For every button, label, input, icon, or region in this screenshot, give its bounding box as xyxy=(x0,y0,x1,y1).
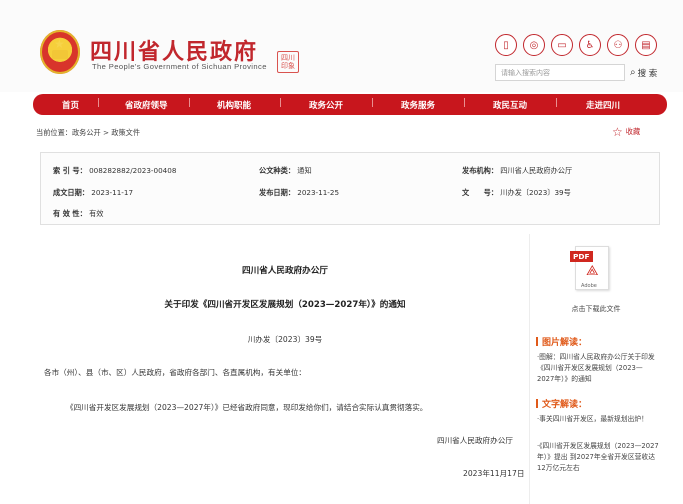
pdf-download-icon[interactable]: PDF ⟁ Adobe xyxy=(570,246,609,290)
article-salutation: 各市（州）、县（市、区）人民政府，省政府各部门、各直属机构，有关单位： xyxy=(44,368,306,377)
document-metadata: 索 引 号： 008282882/2023-00408 公文种类： 通知 发布机… xyxy=(40,152,660,225)
reader-icon[interactable]: ▤ xyxy=(635,34,657,56)
meta-docno: 文 号： 川办发〔2023〕39号 xyxy=(462,188,571,197)
message-icon[interactable]: ▭ xyxy=(551,34,573,56)
image-interpretation-link[interactable]: ·图解：四川省人民政府办公厅关于印发《四川省开发区发展规划（2023—2027年… xyxy=(537,352,659,385)
header-tool-icons: ▯ ◎ ▭ ♿ ⚇ ▤ xyxy=(495,34,657,56)
meta-created: 成文日期： 2023-11-17 xyxy=(53,188,134,197)
article-issuer: 四川省人民政府办公厅 xyxy=(242,266,328,276)
meta-validity: 有 效 性： 有效 xyxy=(53,209,104,218)
page: ★ 四川省人民政府 The People's Government of Sic… xyxy=(0,0,683,504)
main-nav: 首页 | 省政府领导 | 机构职能 | 政务公开 | 政务服务 | 政民互动 |… xyxy=(33,94,667,115)
meta-index: 索 引 号： 008282882/2023-00408 xyxy=(53,166,177,175)
nav-separator: | xyxy=(463,98,467,108)
accessibility-icon[interactable]: ♿ xyxy=(579,34,601,56)
nav-interaction[interactable]: 政民互动 xyxy=(493,99,527,111)
acrobat-icon: ⟁ xyxy=(586,263,599,279)
image-interpretation-heading: 图片解读： xyxy=(536,335,587,348)
nav-functions[interactable]: 机构职能 xyxy=(217,99,251,111)
elderly-icon[interactable]: ⚇ xyxy=(607,34,629,56)
site-header: ★ 四川省人民政府 The People's Government of Sic… xyxy=(0,0,683,92)
article-doc-number: 川办发〔2023〕39号 xyxy=(247,335,323,344)
breadcrumb[interactable]: 当前位置：政务公开 > 政策文件 xyxy=(36,128,140,138)
mobile-icon[interactable]: ▯ xyxy=(495,34,517,56)
nav-separator: | xyxy=(371,98,375,108)
search-icon: ⌕ xyxy=(630,67,636,78)
nav-separator: | xyxy=(555,98,559,108)
search-input[interactable]: 请输入搜索内容 xyxy=(495,64,625,81)
national-emblem-icon: ★ xyxy=(40,30,80,74)
article-sidebar: PDF ⟁ Adobe 点击下载此文件 图片解读： ·图解：四川省人民政府办公厅… xyxy=(531,234,661,504)
text-interpretation-heading: 文字解读： xyxy=(536,397,587,410)
article-body: 《四川省开发区发展规划（2023—2027年）》已经省政府同意，现印发给你们，请… xyxy=(66,403,428,412)
favorite-button[interactable]: ☆ 收藏 xyxy=(612,126,640,138)
article-title: 关于印发《四川省开发区发展规划（2023—2027年）》的通知 xyxy=(164,300,406,310)
article-signature: 四川省人民政府办公厅 xyxy=(437,436,513,445)
meta-type: 公文种类： 通知 xyxy=(259,166,312,175)
nav-separator: | xyxy=(188,98,192,108)
nav-services[interactable]: 政务服务 xyxy=(401,99,435,111)
download-link[interactable]: 点击下载此文件 xyxy=(531,304,661,314)
nav-leaders[interactable]: 省政府领导 xyxy=(125,99,168,111)
weibo-icon[interactable]: ◎ xyxy=(523,34,545,56)
sichuan-seal-logo: 四川 印象 xyxy=(277,51,299,73)
favorite-label: 收藏 xyxy=(625,127,641,136)
nav-separator: | xyxy=(97,98,101,108)
star-icon: ☆ xyxy=(612,125,623,139)
article-date: 2023年11月17日 xyxy=(463,469,525,478)
nav-open-government[interactable]: 政务公开 xyxy=(309,99,343,111)
text-interpretation-link-2[interactable]: ·《四川省开发区发展规划（2023—2027年）》提出 到2027年全省开发区营… xyxy=(537,441,659,474)
site-subtitle: The People's Government of Sichuan Provi… xyxy=(92,62,267,71)
text-interpretation-link-1[interactable]: ·事关四川省开发区，最新规划出炉！ xyxy=(537,414,659,425)
search-button[interactable]: ⌕ 搜 索 xyxy=(630,64,657,81)
article-content: 四川省人民政府办公厅 关于印发《四川省开发区发展规划（2023—2027年）》的… xyxy=(40,234,530,504)
nav-sichuan[interactable]: 走进四川 xyxy=(586,99,620,111)
nav-home[interactable]: 首页 xyxy=(62,99,79,111)
search-button-label: 搜 索 xyxy=(637,68,658,79)
meta-published: 发布日期： 2023-11-25 xyxy=(259,188,340,197)
nav-separator: | xyxy=(279,98,283,108)
meta-agency: 发布机构： 四川省人民政府办公厅 xyxy=(462,166,573,175)
